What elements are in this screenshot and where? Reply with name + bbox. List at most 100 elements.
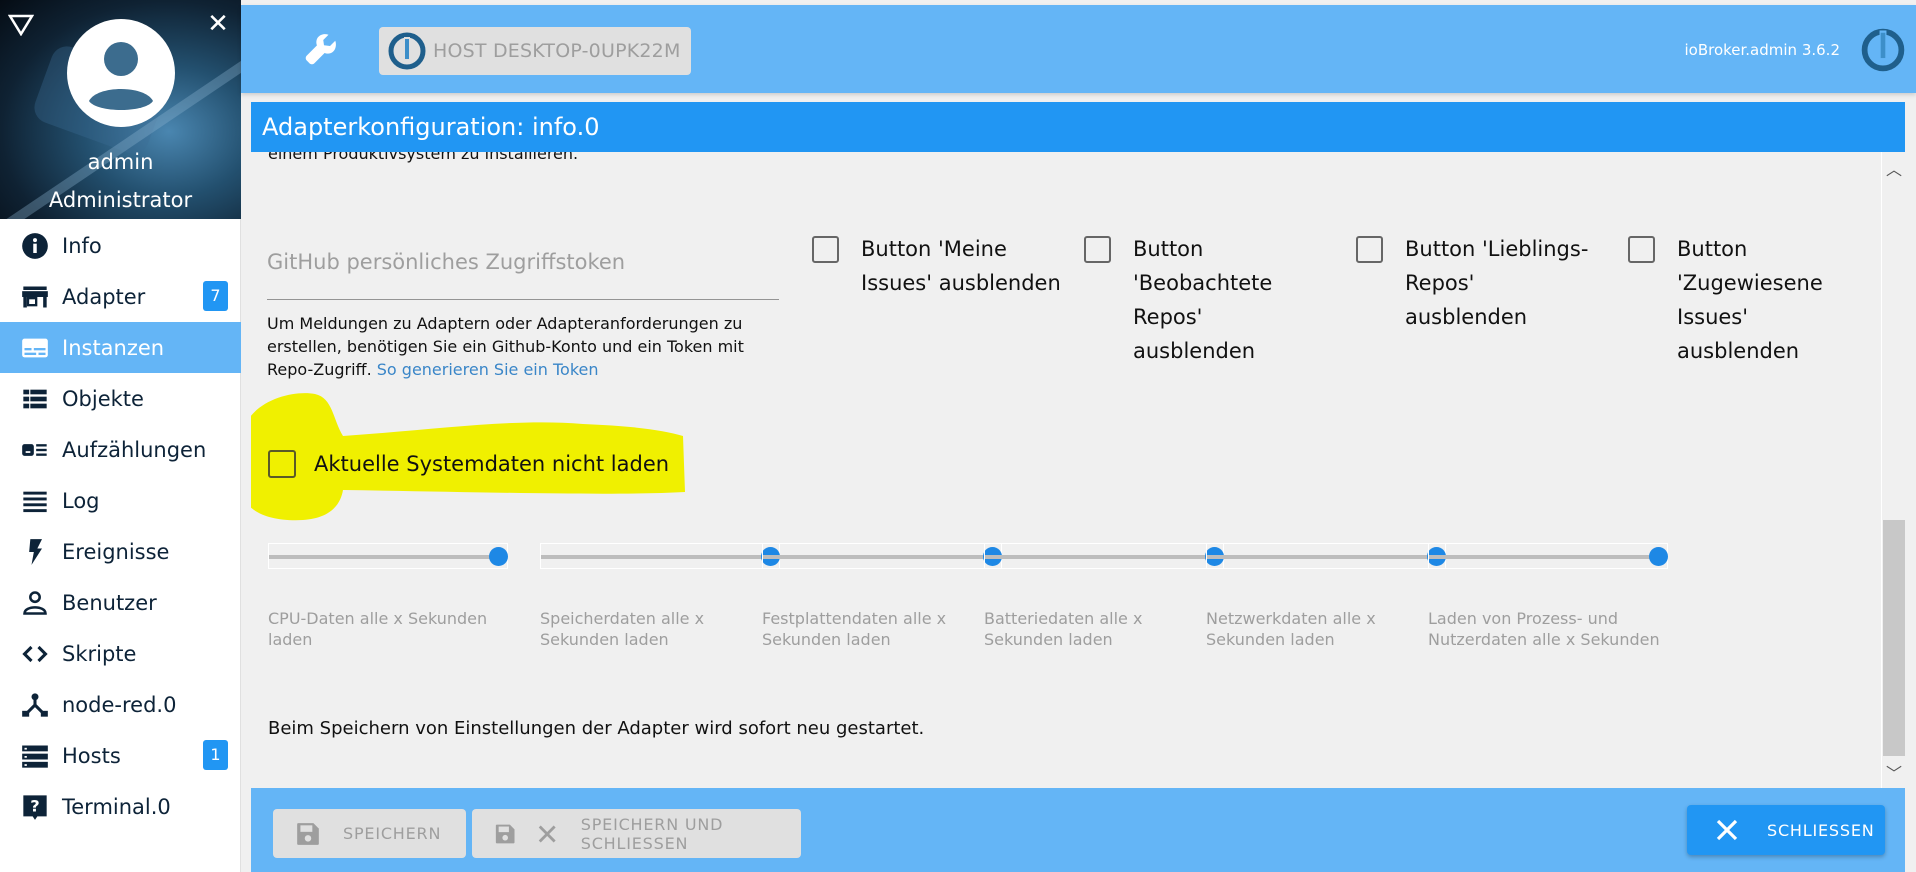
sidebar-item-info[interactable]: Info [0,220,241,271]
slider-label: Batteriedaten alle x Sekunden laden [984,609,1143,649]
avatar[interactable] [67,19,175,127]
sidebar-item-terminal[interactable]: ? Terminal.0 [0,781,241,832]
slider-label: Festplattendaten alle x Sekunden laden [762,609,947,649]
sidebar-item-label: Aufzählungen [62,437,207,462]
slider-rail [1429,555,1667,559]
generate-token-link[interactable]: So generieren Sie ein Token [377,360,599,379]
interval-slider[interactable] [762,543,1002,569]
info-icon [20,231,50,261]
sidebar-item-label: Log [62,488,100,513]
save-and-close-button[interactable]: SPEICHERN UND SCHLIESSEN [472,809,801,858]
iobroker-logo-icon [1861,28,1905,72]
checkbox-box[interactable] [1084,236,1111,263]
code-icon [20,639,50,669]
checkbox-box[interactable] [268,450,296,478]
close-icon [1716,819,1738,841]
sidebar-item-node-red[interactable]: node-red.0 [0,679,241,730]
host-label: HOST DESKTOP-0UPK22M [433,40,681,62]
hide-my-issues-checkbox[interactable]: Button 'Meine Issues' ausblenden [812,236,1061,300]
menu-collapse-icon[interactable] [8,14,34,36]
slider-rail [985,555,1223,559]
interval-slider[interactable] [1206,543,1446,569]
sidebar-item-label: Info [62,233,102,258]
sidebar-item-label: Skripte [62,641,137,666]
checkbox-box[interactable] [1356,236,1383,263]
checkbox-label: Button 'Zugewiesene Issues' ausblenden [1677,237,1823,363]
slider-label: Netzwerkdaten alle x Sekunden laden [1206,609,1376,649]
adapter-config-content: einem Produktivsystem zu installieren. G… [251,152,1881,788]
sidebar-item-label: Hosts [62,743,121,768]
checkbox-label: Button 'Lieblings-Repos' ausblenden [1405,237,1589,329]
slider-rail [269,555,507,559]
content-scrollbar[interactable]: ︿ ﹀ [1881,152,1905,788]
wrench-icon[interactable] [303,31,339,67]
adapter-count-badge: 7 [203,281,228,311]
close-button[interactable]: SCHLIESSEN [1687,805,1885,855]
checkbox-label: Button 'Meine Issues' ausblenden [861,237,1061,295]
interval-slider[interactable] [1428,543,1668,569]
host-selector-button[interactable]: HOST DESKTOP-0UPK22M [379,27,691,75]
sidebar-item-label: Ereignisse [62,539,170,564]
node-red-icon [20,690,50,720]
slider-rail [541,555,779,559]
save-button[interactable]: SPEICHERN [273,809,466,858]
save-and-close-label: SPEICHERN UND SCHLIESSEN [580,814,724,853]
sidebar-user-header: ✕ admin Administrator [0,0,241,219]
log-icon [20,486,50,516]
sidebar-item-ereignisse[interactable]: Ereignisse [0,526,241,577]
github-token-input[interactable] [267,244,779,300]
sidebar-item-hosts[interactable]: Hosts 1 [0,730,241,781]
github-token-help: Um Meldungen zu Adaptern oder Adapteranf… [267,312,787,381]
interval-slider[interactable] [268,543,508,569]
save-note: Beim Speichern von Einstellungen der Ada… [268,718,925,739]
checkbox-box[interactable] [812,236,839,263]
sidebar-item-label: node-red.0 [62,692,177,717]
sidebar-item-aufzaehlungen[interactable]: Aufzählungen [0,424,241,475]
slider-thumb[interactable] [489,547,508,566]
hide-watched-repos-checkbox[interactable]: Button 'Beobachtete Repos' ausblenden [1084,236,1293,368]
sidebar-item-benutzer[interactable]: Benutzer [0,577,241,628]
scrollbar-thumb[interactable] [1883,520,1905,756]
sidebar-item-adapter[interactable]: Adapter 7 [0,271,241,322]
sidebar-item-instanzen[interactable]: Instanzen [0,322,241,373]
enum-icon [20,435,50,465]
sidebar-item-label: Instanzen [62,335,165,360]
instances-icon [20,333,50,363]
svg-text:?: ? [30,796,39,815]
sidebar: ✕ admin Administrator Info Adapter 7 Ins… [0,0,241,872]
slider-thumb[interactable] [1649,547,1668,566]
top-app-bar: HOST DESKTOP-0UPK22M ioBroker.admin 3.6.… [241,5,1916,93]
hide-starred-repos-checkbox[interactable]: Button 'Lieblings-Repos' ausblenden [1356,236,1595,334]
sidebar-item-skripte[interactable]: Skripte [0,628,241,679]
dialog-footer: SPEICHERN SPEICHERN UND SCHLIESSEN SCHLI… [251,788,1905,872]
slider-label: Speicherdaten alle x Sekunden laden [540,609,705,649]
close-icon [539,825,557,842]
interval-slider[interactable] [540,543,780,569]
no-sysdata-checkbox[interactable]: Aktuelle Systemdaten nicht laden [268,450,669,478]
user-avatar-icon [89,42,153,110]
hosts-icon [20,741,50,771]
dialog-title: Adapterkonfiguration: info.0 [251,102,1905,152]
save-icon [495,824,515,843]
hide-assigned-issues-checkbox[interactable]: Button 'Zugewiesene Issues' ausblenden [1628,236,1837,368]
scroll-down-icon[interactable]: ﹀ [1882,760,1906,784]
sidebar-nav: Info Adapter 7 Instanzen Objekte Aufzähl… [0,220,241,832]
user-role: Administrator [48,188,193,212]
sidebar-item-label: Adapter [62,284,146,309]
slider-rail [763,555,1001,559]
app-version: ioBroker.admin 3.6.2 [1684,41,1840,59]
app-root: ✕ admin Administrator Info Adapter 7 Ins… [0,0,1916,872]
store-icon [20,282,50,312]
sidebar-item-objekte[interactable]: Objekte [0,373,241,424]
interval-slider[interactable] [984,543,1224,569]
slider-label: Laden von Prozess- und Nutzerdaten alle … [1428,609,1660,649]
checkbox-label: Aktuelle Systemdaten nicht laden [314,452,670,476]
slider-label: CPU-Daten alle x Sekunden laden [268,609,488,649]
close-sidebar-icon[interactable]: ✕ [206,11,230,37]
user-name: admin [87,150,154,174]
checkbox-box[interactable] [1628,236,1655,263]
sidebar-item-log[interactable]: Log [0,475,241,526]
save-button-label: SPEICHERN [343,824,442,843]
scroll-up-icon[interactable]: ︿ [1882,156,1906,180]
close-button-label: SCHLIESSEN [1767,820,1875,840]
